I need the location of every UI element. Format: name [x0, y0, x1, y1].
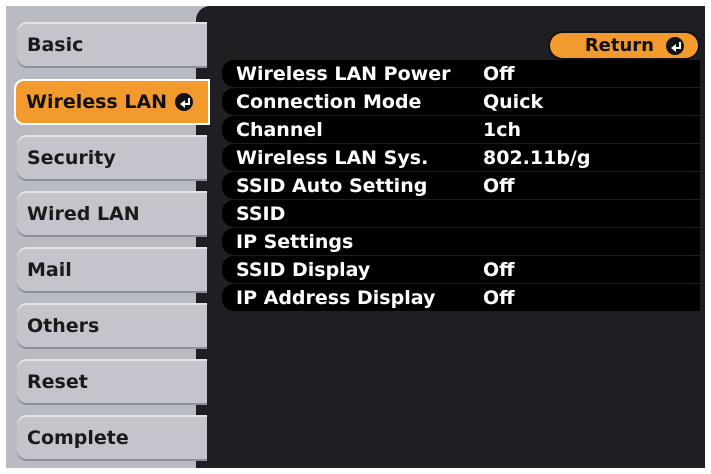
- tab-label: Complete: [27, 427, 129, 449]
- setting-ip-address-display[interactable]: IP Address Display Off: [222, 284, 700, 311]
- tab-security[interactable]: Security: [17, 135, 207, 181]
- setting-value: Off: [483, 63, 515, 85]
- setting-ssid-auto-setting[interactable]: SSID Auto Setting Off: [222, 172, 700, 199]
- tab-label: Wireless LAN: [26, 91, 168, 113]
- tab-label: Mail: [27, 259, 72, 281]
- tab-label: Security: [27, 147, 116, 169]
- setting-value: Off: [483, 287, 515, 309]
- setting-connection-mode[interactable]: Connection Mode Quick: [222, 88, 700, 115]
- tab-basic[interactable]: Basic: [17, 22, 207, 68]
- tab-reset[interactable]: Reset: [17, 359, 207, 405]
- tab-label: Reset: [27, 371, 88, 393]
- setting-value: Off: [483, 175, 515, 197]
- return-button[interactable]: Return: [550, 33, 698, 58]
- setting-label: IP Address Display: [236, 287, 436, 309]
- setting-ssid-display[interactable]: SSID Display Off: [222, 256, 700, 283]
- tab-others[interactable]: Others: [17, 303, 207, 349]
- tab-label: Wired LAN: [27, 203, 140, 225]
- setting-wireless-lan-power[interactable]: Wireless LAN Power Off: [222, 60, 700, 87]
- setting-value: Quick: [483, 91, 544, 113]
- tab-wired-lan[interactable]: Wired LAN: [17, 191, 207, 237]
- tab-complete[interactable]: Complete: [17, 415, 207, 461]
- enter-icon: [666, 36, 684, 55]
- tab-mail[interactable]: Mail: [17, 247, 207, 293]
- setting-value: Off: [483, 259, 515, 281]
- setting-label: Connection Mode: [236, 91, 422, 113]
- tab-label: Basic: [27, 34, 84, 56]
- setting-value: 1ch: [483, 119, 522, 141]
- setting-label: Wireless LAN Power: [236, 63, 451, 85]
- enter-icon: [175, 93, 194, 111]
- setting-ssid[interactable]: SSID: [222, 200, 700, 227]
- tab-wireless-lan[interactable]: Wireless LAN: [14, 79, 210, 125]
- setting-label: IP Settings: [236, 231, 354, 253]
- setting-ip-settings[interactable]: IP Settings: [222, 228, 700, 255]
- setting-label: SSID: [236, 203, 286, 225]
- setting-wireless-lan-sys[interactable]: Wireless LAN Sys. 802.11b/g: [222, 144, 700, 171]
- return-label: Return: [584, 35, 654, 56]
- setting-label: Wireless LAN Sys.: [236, 147, 429, 169]
- setting-label: Channel: [236, 119, 323, 141]
- setting-label: SSID Auto Setting: [236, 175, 428, 197]
- setting-value: 802.11b/g: [483, 147, 591, 169]
- setting-channel[interactable]: Channel 1ch: [222, 116, 700, 143]
- tab-label: Others: [27, 315, 100, 337]
- setting-label: SSID Display: [236, 259, 371, 281]
